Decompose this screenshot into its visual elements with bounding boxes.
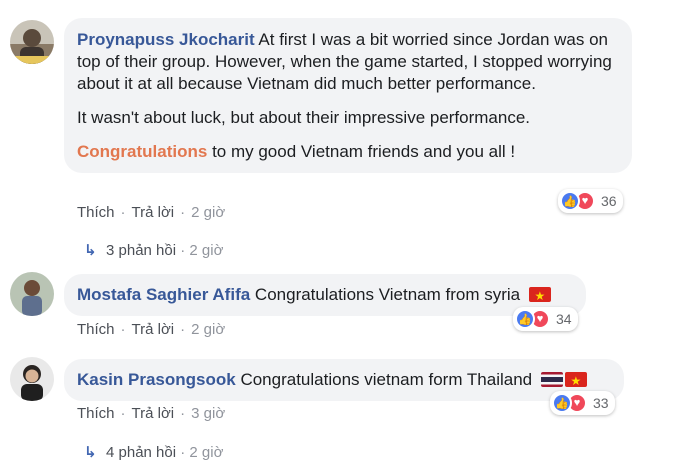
comment-actions: Thích · Trả lời · 2 giờ [77,204,226,221]
reaction-summary[interactable]: 👍 ♥ 33 [550,391,615,415]
replies-time: 2 giờ [189,242,224,259]
comment-time[interactable]: 2 giờ [191,321,225,338]
comment-bubble: Kasin Prasongsook Congratulations vietna… [64,359,624,401]
reaction-count: 36 [601,193,617,209]
replies-time: 2 giờ [189,444,224,461]
comment-paragraph: It wasn't about luck, but about their im… [77,108,531,127]
view-replies[interactable]: ↳ 3 phản hồi · 2 giờ [84,241,223,259]
avatar[interactable] [10,20,54,64]
like-reaction-icon: 👍 [515,309,535,329]
comment-bubble: Mostafa Saghier Afifa Congratulations Vi… [64,274,586,316]
reply-link[interactable]: Trả lời [132,405,175,422]
comment-text: Congratulations vietnam form Thailand [240,370,533,389]
replies-count[interactable]: 3 phản hồi [106,242,176,259]
like-link[interactable]: Thích [77,204,115,221]
comment-time[interactable]: 3 giờ [191,405,225,422]
comment-author[interactable]: Proynapuss Jkocharit [77,30,255,49]
comment-actions: Thích · Trả lời · 3 giờ [77,405,226,422]
closing-text: to my good Vietnam friends and you all ! [207,142,516,161]
thailand-flag-icon [540,372,563,387]
avatar[interactable] [10,357,54,401]
reply-arrow-icon: ↳ [84,444,97,461]
reply-arrow-icon: ↳ [84,242,97,259]
view-replies[interactable]: ↳ 4 phản hồi · 2 giờ [84,443,223,461]
avatar[interactable] [10,272,54,316]
highlight-text: Congratulations [77,142,208,161]
reaction-summary[interactable]: 👍 ♥ 36 [558,189,623,213]
reply-link[interactable]: Trả lời [132,204,175,221]
comment-time[interactable]: 2 giờ [191,204,225,221]
comment-author[interactable]: Kasin Prasongsook [77,370,236,389]
reaction-summary[interactable]: 👍 ♥ 34 [513,307,578,331]
comment-author[interactable]: Mostafa Saghier Afifa [77,285,250,304]
comment-text: Proynapuss Jkocharit At first I was a bi… [77,29,620,95]
reply-link[interactable]: Trả lời [132,321,175,338]
like-link[interactable]: Thích [77,321,115,338]
reaction-count: 34 [556,311,572,327]
comment-bubble: Proynapuss Jkocharit At first I was a bi… [64,18,632,173]
like-reaction-icon: 👍 [560,191,580,211]
reaction-count: 33 [593,395,609,411]
like-reaction-icon: 👍 [552,393,572,413]
vietnam-flag-icon [528,287,551,302]
comment-text: Congratulations Vietnam from syria [254,285,521,304]
like-link[interactable]: Thích [77,405,115,422]
comment-actions: Thích · Trả lời · 2 giờ [77,321,226,338]
replies-count[interactable]: 4 phản hồi [106,444,176,461]
vietnam-flag-icon [564,372,587,387]
comment-closing: Congratulations to my good Vietnam frien… [77,141,620,163]
